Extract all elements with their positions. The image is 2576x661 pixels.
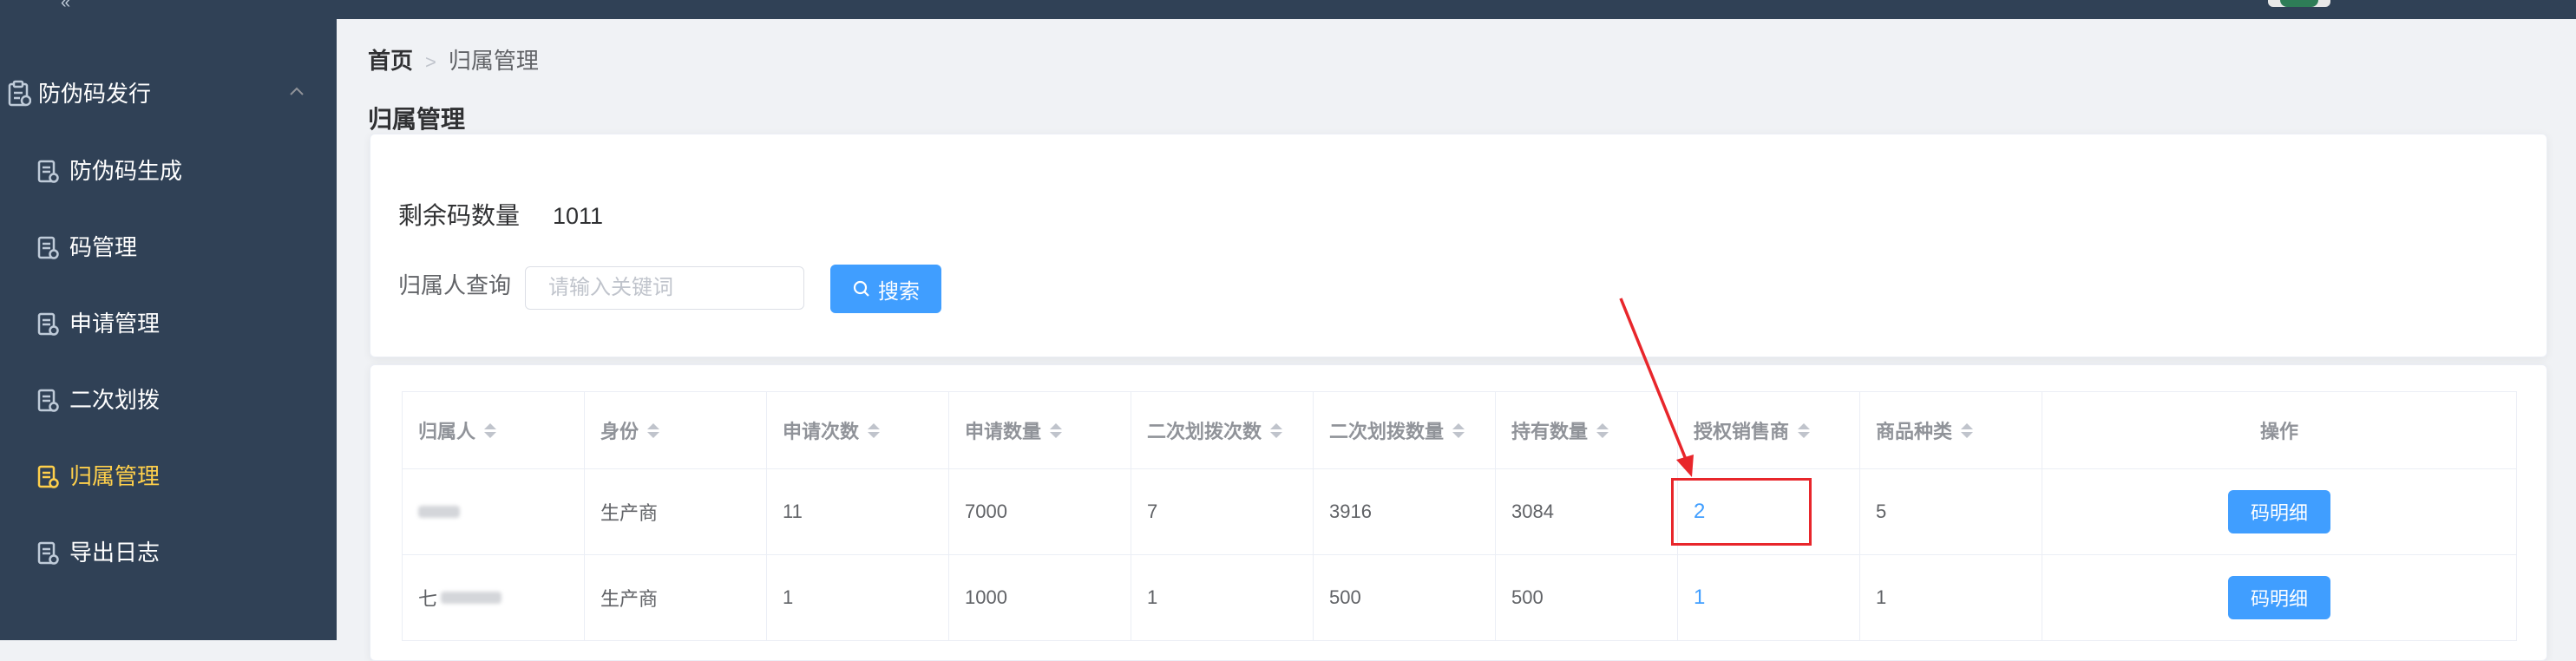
column-header-categories[interactable]: 商品种类 bbox=[1860, 392, 2042, 468]
logo-icon: « bbox=[61, 0, 71, 12]
sort-icon[interactable] bbox=[484, 422, 497, 438]
cell-apply-qty: 7000 bbox=[949, 469, 1131, 554]
remaining-count-label: 剩余码数量 bbox=[398, 202, 521, 229]
sidebar-group-label: 防伪码发行 bbox=[38, 81, 152, 107]
clipboard-icon bbox=[8, 80, 31, 107]
ownership-table: 归属人 身份 申请次数 申请数量 二次划拨次数 二次划拨数量 持有数量 授权销售… bbox=[402, 391, 2517, 641]
page-title: 归属管理 bbox=[368, 106, 466, 133]
annotation-highlight-box bbox=[1671, 478, 1812, 546]
chevron-right-icon: > bbox=[425, 51, 436, 73]
sidebar-item-ownership[interactable]: 归属管理 bbox=[0, 449, 337, 505]
sidebar-item-code-manage[interactable]: 码管理 bbox=[0, 220, 337, 276]
document-icon bbox=[37, 389, 59, 412]
chevron-up-icon bbox=[290, 87, 304, 95]
dealers-link[interactable]: 1 bbox=[1694, 586, 1705, 610]
cell-categories: 1 bbox=[1860, 555, 2042, 640]
cell-apply-count: 1 bbox=[767, 555, 949, 640]
cell-apply-count: 11 bbox=[767, 469, 949, 554]
sidebar-item-label: 归属管理 bbox=[69, 463, 161, 489]
sort-icon[interactable] bbox=[1270, 422, 1283, 438]
sidebar-logo-area: « bbox=[0, 0, 337, 21]
document-icon bbox=[37, 541, 59, 565]
breadcrumb: 首页 > 归属管理 bbox=[368, 45, 539, 78]
document-icon bbox=[37, 312, 59, 336]
cell-action: 码明细 bbox=[2042, 469, 2516, 554]
cell-hold-qty: 3084 bbox=[1496, 469, 1678, 554]
sidebar-item-label: 二次划拨 bbox=[69, 387, 161, 413]
cell-role: 生产商 bbox=[585, 469, 767, 554]
sort-icon[interactable] bbox=[1798, 422, 1811, 438]
column-header-hold-qty[interactable]: 持有数量 bbox=[1496, 392, 1678, 468]
cell-transfer-count: 7 bbox=[1131, 469, 1314, 554]
cell-transfer-count: 1 bbox=[1131, 555, 1314, 640]
sort-icon[interactable] bbox=[1596, 422, 1609, 438]
sidebar-item-label: 码管理 bbox=[69, 234, 138, 260]
cell-owner: 七 bbox=[403, 555, 585, 640]
sidebar: « 防伪码发行 防伪码生成 码管理 申请管理 二次划拨 归属管理 导出日志 bbox=[0, 0, 337, 640]
owner-search-input[interactable] bbox=[525, 266, 804, 310]
cell-role: 生产商 bbox=[585, 555, 767, 640]
column-header-transfer-qty[interactable]: 二次划拨数量 bbox=[1314, 392, 1496, 468]
column-header-owner[interactable]: 归属人 bbox=[403, 392, 585, 468]
table-card: 归属人 身份 申请次数 申请数量 二次划拨次数 二次划拨数量 持有数量 授权销售… bbox=[370, 364, 2547, 661]
column-header-action: 操作 bbox=[2259, 421, 2298, 442]
filter-card: 剩余码数量 1011 归属人查询 搜索 bbox=[370, 134, 2547, 357]
remaining-count-value: 1011 bbox=[553, 203, 604, 229]
sidebar-item-label: 防伪码生成 bbox=[69, 158, 183, 184]
code-detail-button[interactable]: 码明细 bbox=[2228, 576, 2330, 619]
sidebar-item-label: 导出日志 bbox=[69, 540, 161, 566]
sidebar-group-anticounterfeit[interactable]: 防伪码发行 bbox=[0, 69, 337, 118]
table-header-row: 归属人 身份 申请次数 申请数量 二次划拨次数 二次划拨数量 持有数量 授权销售… bbox=[403, 392, 2516, 469]
breadcrumb-home[interactable]: 首页 bbox=[368, 48, 413, 74]
table-row: 生产商 11 7000 7 3916 3084 2 5 码明细 bbox=[403, 469, 2516, 555]
document-icon bbox=[37, 465, 59, 488]
column-header-dealers[interactable]: 授权销售商 bbox=[1678, 392, 1860, 468]
breadcrumb-current: 归属管理 bbox=[448, 48, 539, 74]
table-row: 七 生产商 1 1000 1 500 500 1 1 码明细 bbox=[403, 555, 2516, 641]
column-header-role[interactable]: 身份 bbox=[585, 392, 767, 468]
search-button-label: 搜索 bbox=[878, 279, 920, 304]
sidebar-item-label: 申请管理 bbox=[69, 311, 161, 337]
cell-hold-qty: 500 bbox=[1496, 555, 1678, 640]
cell-transfer-qty: 3916 bbox=[1314, 469, 1496, 554]
column-header-apply-count[interactable]: 申请次数 bbox=[767, 392, 949, 468]
blurred-name bbox=[418, 506, 460, 518]
sidebar-item-code-generate[interactable]: 防伪码生成 bbox=[0, 144, 337, 200]
sort-icon[interactable] bbox=[1961, 422, 1974, 438]
avatar[interactable] bbox=[2268, 0, 2330, 7]
sort-icon[interactable] bbox=[868, 422, 881, 438]
sort-icon[interactable] bbox=[1050, 422, 1063, 438]
cell-owner bbox=[403, 469, 585, 554]
cell-dealers: 1 bbox=[1678, 555, 1860, 640]
sort-icon[interactable] bbox=[1452, 422, 1465, 438]
top-header bbox=[337, 0, 2576, 19]
column-header-transfer-count[interactable]: 二次划拨次数 bbox=[1131, 392, 1314, 468]
blurred-name bbox=[441, 592, 502, 604]
document-icon bbox=[37, 160, 59, 183]
sort-icon[interactable] bbox=[647, 422, 660, 438]
code-detail-button[interactable]: 码明细 bbox=[2228, 490, 2330, 533]
sidebar-item-apply-manage[interactable]: 申请管理 bbox=[0, 297, 337, 352]
column-header-apply-qty[interactable]: 申请数量 bbox=[949, 392, 1131, 468]
sidebar-item-export-log[interactable]: 导出日志 bbox=[0, 526, 337, 581]
search-icon bbox=[853, 280, 869, 297]
owner-search-label: 归属人查询 bbox=[398, 272, 512, 298]
document-icon bbox=[37, 236, 59, 259]
cell-apply-qty: 1000 bbox=[949, 555, 1131, 640]
cell-categories: 5 bbox=[1860, 469, 2042, 554]
cell-action: 码明细 bbox=[2042, 555, 2516, 640]
sidebar-item-secondary-transfer[interactable]: 二次划拨 bbox=[0, 373, 337, 429]
search-button[interactable]: 搜索 bbox=[830, 265, 941, 313]
cell-transfer-qty: 500 bbox=[1314, 555, 1496, 640]
